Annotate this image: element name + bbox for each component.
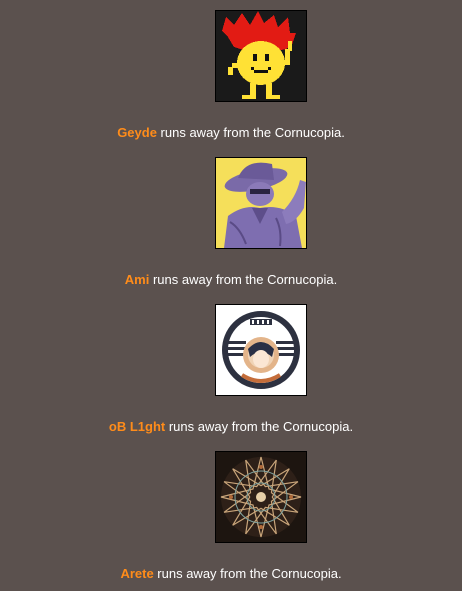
tribute-name: oB L1ght: [108, 419, 166, 434]
tribute-name: Arete: [120, 566, 154, 581]
tribute-name: Geyde: [117, 125, 157, 140]
event-action-text: runs away from the Cornucopia.: [149, 272, 338, 287]
event-action-text: runs away from the Cornucopia.: [153, 566, 342, 581]
event-action-text: runs away from the Cornucopia.: [165, 419, 354, 434]
event-feed: Geyde runs away from the Cornucopia. Ami…: [0, 0, 462, 591]
event-caption: Arete runs away from the Cornucopia.: [0, 566, 462, 581]
event-caption: Geyde runs away from the Cornucopia.: [0, 125, 462, 140]
event-action-text: runs away from the Cornucopia.: [156, 125, 345, 140]
event-caption: Ami runs away from the Cornucopia.: [0, 272, 462, 287]
hat-figure-illustration-avatar: [215, 157, 307, 249]
tribute-name: Ami: [124, 272, 150, 287]
light-emblem-avatar: [215, 304, 307, 396]
kaleidoscope-star-avatar: [215, 451, 307, 543]
event-caption: oB L1ght runs away from the Cornucopia.: [0, 419, 462, 434]
pixel-flame-character-avatar: [215, 10, 307, 102]
